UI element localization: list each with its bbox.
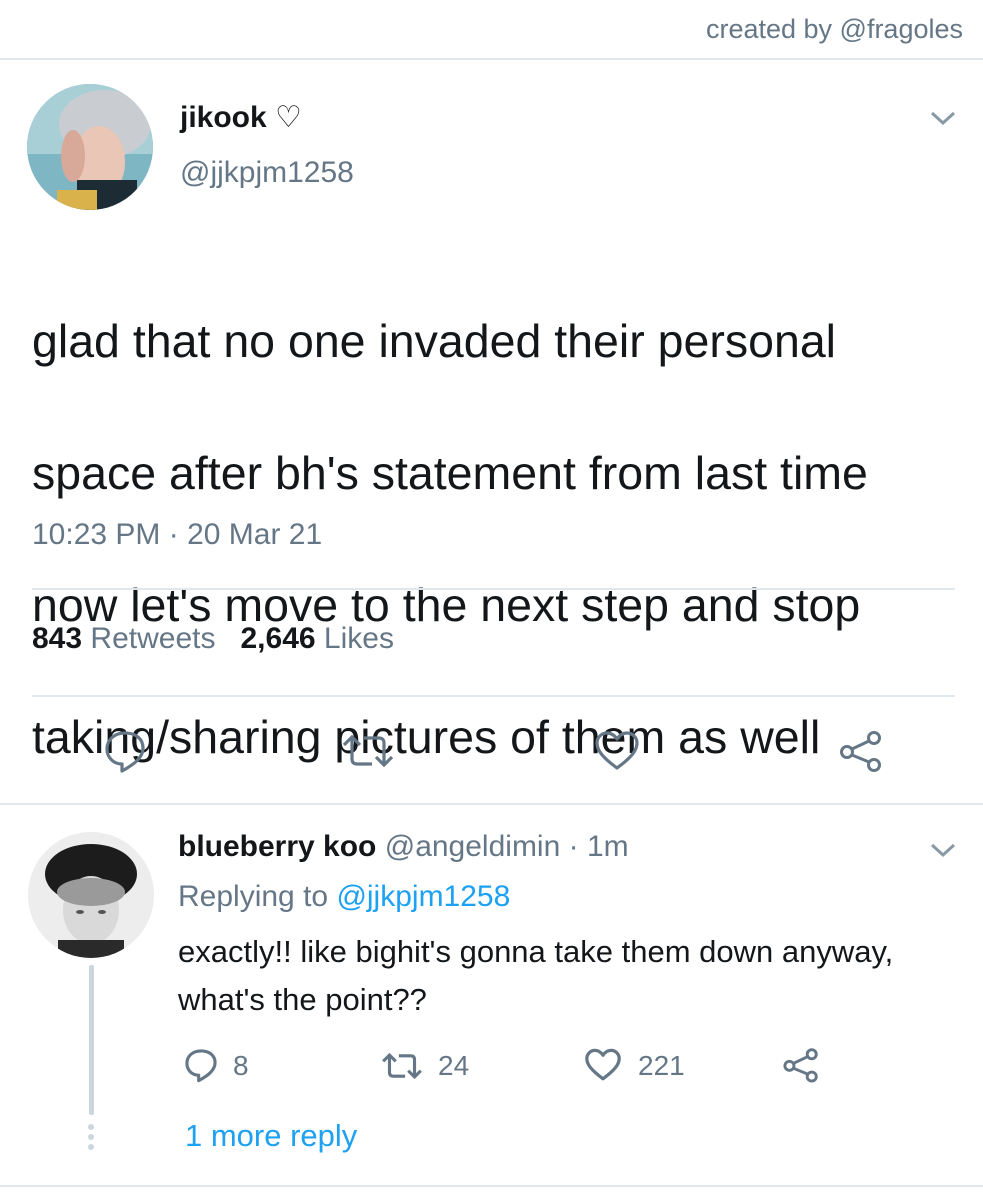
like-icon[interactable]: [594, 730, 640, 772]
reply-icon[interactable]: [183, 1047, 219, 1083]
thread-line: [89, 965, 94, 1115]
reply-count: 8: [233, 1050, 249, 1081]
reply-author-handle-time[interactable]: @angeldimin · 1m: [385, 830, 629, 863]
like-icon[interactable]: [584, 1048, 622, 1082]
like-count: 221: [638, 1050, 685, 1081]
divider: [32, 588, 955, 590]
reply-text: exactly!! like bighit's gonna take them …: [178, 934, 894, 1017]
header-divider: [0, 58, 983, 60]
chevron-down-icon[interactable]: [928, 108, 958, 128]
retweet-icon[interactable]: [340, 728, 396, 774]
more-replies-link[interactable]: 1 more reply: [185, 1118, 357, 1154]
retweet-count: 843: [32, 622, 83, 655]
tweet-author-avatar[interactable]: [27, 84, 153, 210]
reply-author-avatar[interactable]: [28, 832, 154, 958]
chevron-down-icon[interactable]: [928, 840, 958, 860]
credit-label: created by @fragoles: [705, 14, 963, 44]
replying-prefix: Replying to: [178, 880, 329, 913]
tweet-author-handle[interactable]: @jjkpjm1258: [180, 156, 354, 190]
tweet-author-name[interactable]: jikook ♡: [180, 100, 302, 135]
reply-author-name[interactable]: blueberry koo: [178, 830, 376, 863]
tweet-timestamp[interactable]: 10:23 PM · 20 Mar 21: [32, 518, 322, 552]
divider: [32, 695, 955, 697]
retweet-count: 24: [438, 1050, 470, 1081]
share-icon[interactable]: [838, 728, 884, 774]
reply-header: blueberry koo @angeldimin · 1m: [178, 830, 629, 864]
thread-dots: [88, 1124, 95, 1154]
tweet-text-line: taking/sharing pictures of them as well: [32, 711, 821, 763]
replying-handle-link[interactable]: @jjkpjm1258: [336, 880, 510, 913]
tweet-text-line: space after bh's statement from last tim…: [32, 447, 868, 499]
bottom-divider: [0, 1185, 983, 1187]
like-label: Likes: [323, 622, 394, 655]
section-divider: [0, 803, 983, 805]
replying-to: Replying to @jjkpjm1258: [178, 880, 510, 914]
reply-icon[interactable]: [102, 728, 148, 774]
tweet-stats: 843 Retweets 2,646 Likes: [32, 622, 394, 656]
like-count: 2,646: [240, 622, 316, 655]
tweet-text-line: glad that no one invaded their personal: [32, 315, 837, 367]
retweet-stat[interactable]: 843 Retweets: [32, 622, 215, 655]
retweet-label: Retweets: [90, 622, 216, 655]
share-icon[interactable]: [782, 1046, 820, 1084]
retweet-icon[interactable]: [380, 1048, 424, 1084]
like-stat[interactable]: 2,646 Likes: [240, 622, 393, 655]
